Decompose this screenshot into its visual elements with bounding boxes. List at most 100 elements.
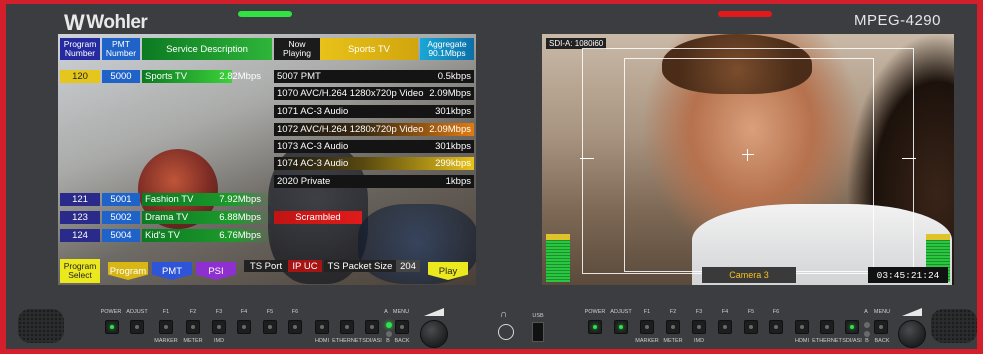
power-button[interactable]: [588, 320, 602, 334]
program-tab[interactable]: Program: [108, 262, 148, 280]
a-label: A: [384, 309, 388, 315]
stream-rate: 1kbps: [445, 176, 471, 187]
b-indicator: [386, 331, 392, 337]
sdi-asi-label: SDI/ASI: [842, 338, 862, 344]
f4-button[interactable]: [237, 320, 251, 334]
pmt-number: 5000: [102, 70, 140, 83]
imd-label: IMD: [213, 338, 225, 344]
menu-label: MENU: [873, 309, 891, 315]
brand-logo: W Wohler: [64, 10, 148, 36]
monitor-chassis: W Wohler MPEG-4290 Program Number PMT Nu…: [0, 0, 983, 354]
usb-label: USB: [532, 313, 544, 319]
volume-wedge-icon: [424, 308, 444, 316]
safe-area-inner: [624, 58, 874, 272]
f6-label: F6: [772, 309, 780, 315]
hdmi-button[interactable]: [315, 320, 329, 334]
wohler-w-icon: W: [64, 10, 85, 35]
ip-uc-value[interactable]: IP UC: [288, 260, 322, 272]
program-number: 120: [60, 70, 100, 83]
brand-name: Wohler: [86, 12, 148, 33]
sdi-asi-button[interactable]: [365, 320, 379, 334]
hdmi-label: HDMI: [794, 338, 810, 344]
stream-rate: 2.09Mbps: [429, 88, 471, 99]
header-program-number: Program Number: [60, 38, 100, 60]
usb-port[interactable]: [532, 322, 544, 342]
stream-rate: 301kbps: [435, 106, 471, 117]
camera-label: Camera 3: [702, 267, 796, 283]
psi-tab[interactable]: PSI: [196, 262, 236, 280]
f5-button[interactable]: [744, 320, 758, 334]
back-button[interactable]: [874, 320, 888, 334]
sdi-asi-button[interactable]: [845, 320, 859, 334]
back-button[interactable]: [395, 320, 409, 334]
hdmi-button[interactable]: [795, 320, 809, 334]
program-number: 123: [60, 211, 100, 224]
model-name: MPEG-4290: [853, 12, 941, 29]
hdmi-label: HDMI: [314, 338, 330, 344]
pmt-number: 5004: [102, 229, 140, 242]
volume-wedge-icon: [902, 308, 922, 316]
f5-button[interactable]: [263, 320, 277, 334]
f5-label: F5: [266, 309, 274, 315]
header-now-playing: Now Playing: [274, 38, 320, 60]
b-indicator: [864, 331, 870, 337]
status-led-left: [238, 11, 292, 17]
f3-button[interactable]: [212, 320, 226, 334]
f5-label: F5: [747, 309, 755, 315]
right-screen-video: SDI-A: 1080i60 Camera 3 03:45:21:24: [542, 34, 954, 285]
stream-rate: 2.09Mbps: [429, 124, 471, 135]
volume-knob-left[interactable]: [420, 320, 448, 348]
f3-button[interactable]: [692, 320, 706, 334]
adjust-button[interactable]: [130, 320, 144, 334]
f4-button[interactable]: [718, 320, 732, 334]
ts-packet-size-value[interactable]: 204: [396, 260, 420, 272]
f6-button[interactable]: [288, 320, 302, 334]
center-cross-vertical: [747, 149, 748, 161]
sdi-asi-label: SDI/ASI: [362, 338, 382, 344]
marker-label: MARKER: [635, 338, 659, 344]
stream-rate: 301kbps: [435, 141, 471, 152]
header-aggregate: Aggregate 90.1Mbps: [420, 38, 474, 60]
adjust-label: ADJUST: [610, 309, 632, 315]
service-rate: 6.88Mbps: [219, 212, 261, 223]
adjust-button[interactable]: [614, 320, 628, 334]
ethernet-label: ETHERNET: [812, 338, 842, 344]
marker-label: MARKER: [154, 338, 178, 344]
f3-label: F3: [695, 309, 703, 315]
scrambled-badge: Scrambled: [274, 211, 362, 224]
f6-button[interactable]: [769, 320, 783, 334]
menu-label: MENU: [392, 309, 410, 315]
program-number: 121: [60, 193, 100, 206]
stream-rate: 0.5kbps: [437, 71, 471, 82]
program-select-button[interactable]: Program Select: [60, 259, 100, 283]
meter-label: METER: [663, 338, 683, 344]
ethernet-button[interactable]: [820, 320, 834, 334]
program-number: 124: [60, 229, 100, 242]
power-button[interactable]: [105, 320, 119, 334]
pmt-tab[interactable]: PMT: [152, 262, 192, 280]
f3-label: F3: [215, 309, 223, 315]
timecode: 03:45:21:24: [868, 267, 948, 283]
service-rate: 7.92Mbps: [219, 194, 261, 205]
ethernet-button[interactable]: [340, 320, 354, 334]
speaker-grille-left: [18, 309, 64, 343]
headphone-jack[interactable]: [498, 324, 514, 340]
f2-button[interactable]: [186, 320, 200, 334]
back-label: BACK: [874, 338, 890, 344]
meter-label: METER: [183, 338, 203, 344]
top-strip: W Wohler MPEG-4290: [6, 4, 977, 36]
f2-button[interactable]: [666, 320, 680, 334]
power-label: POWER: [100, 309, 122, 315]
header-pmt-number: PMT Number: [102, 38, 140, 60]
left-screen-ts-analyzer: Program Number PMT Number Service Descri…: [58, 34, 476, 285]
f1-label: F1: [643, 309, 651, 315]
center-cross-icon: [742, 154, 754, 155]
f1-button[interactable]: [640, 320, 654, 334]
f1-button[interactable]: [159, 320, 173, 334]
adjust-label: ADJUST: [126, 309, 148, 315]
b-label: B: [386, 338, 390, 344]
edge-marker-left: [580, 158, 594, 159]
back-label: BACK: [394, 338, 410, 344]
volume-knob-right[interactable]: [898, 320, 926, 348]
f1-label: F1: [162, 309, 170, 315]
